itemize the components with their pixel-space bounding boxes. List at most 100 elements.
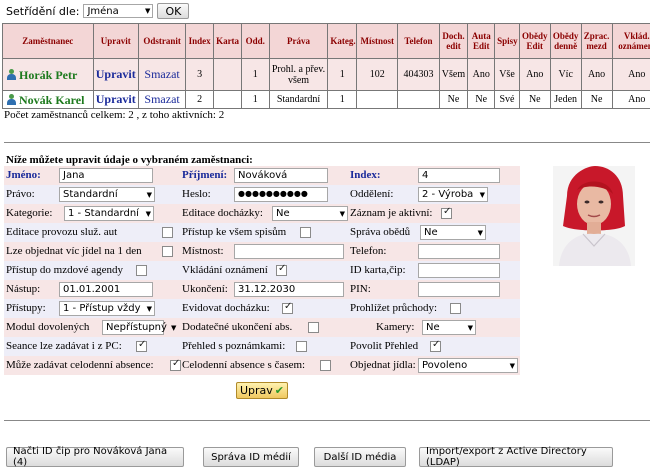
- access-select[interactable]: 1 - Přístup vždy ▼: [59, 301, 155, 316]
- edit-cell: Upravit: [92, 58, 139, 91]
- form-row: Právo: Standardní ▼ Heslo: ●●●●●●●●●● Odd…: [4, 185, 520, 204]
- attendance-edit-select[interactable]: Ne ▼: [272, 206, 348, 221]
- col-header: Odd.: [240, 23, 270, 59]
- pin-field[interactable]: [418, 282, 500, 297]
- sort-label: Setřídění dle:: [6, 4, 80, 18]
- late-absence-end-checkbox[interactable]: [308, 322, 319, 333]
- chevron-down-icon: ▼: [146, 190, 152, 199]
- table-cell: 1: [240, 58, 270, 91]
- table-row: Novák Karel Upravit Smazat 2 1 Standardn…: [2, 90, 650, 109]
- chevron-down-icon: ▼: [509, 361, 515, 370]
- col-header: Index: [185, 23, 215, 59]
- ldap-import-export-button[interactable]: Import/export z Active Directory (LDAP): [419, 446, 613, 468]
- table-row: Horák Petr Upravit Smazat 3 1 Prohl. a p…: [2, 58, 650, 91]
- col-header: Kateg.: [327, 23, 358, 59]
- table-cell: Ne: [438, 90, 469, 109]
- form-row: Kategorie: 1 - Standardní ▼ Editace dochá…: [4, 204, 520, 223]
- right-select-value: Standardní: [63, 189, 118, 200]
- edit-cell: Upravit: [92, 90, 139, 109]
- table-cell: Ano: [580, 58, 613, 91]
- access-select-value: 1 - Přístup vždy: [63, 303, 141, 314]
- vacation-module-select[interactable]: Nepřístupný ▼: [102, 320, 176, 335]
- col-header: Telefon: [397, 23, 440, 59]
- full-day-absence-checkbox[interactable]: [170, 358, 181, 371]
- load-id-chip-button[interactable]: Načti ID čip pro Nováková Jana (4): [6, 446, 184, 468]
- notes-overview-checkbox[interactable]: [296, 341, 307, 352]
- last-name-field[interactable]: Nováková: [234, 168, 328, 183]
- chevron-down-icon: ▼: [477, 228, 483, 237]
- password-field[interactable]: ●●●●●●●●●●: [234, 187, 328, 202]
- multi-meals-checkbox[interactable]: [162, 246, 173, 257]
- col-header[interactable]: Zaměstnanec: [2, 23, 94, 59]
- first-name-field[interactable]: Jana: [59, 168, 153, 183]
- table-cell: 1: [240, 90, 270, 109]
- late-absence-end-label: Dodatečné ukončení abs.: [182, 321, 293, 333]
- chevron-down-icon: ▼: [467, 323, 473, 332]
- delete-cell: Smazat: [137, 90, 187, 109]
- room-field[interactable]: [234, 244, 344, 259]
- table-cell: 404303: [397, 58, 440, 91]
- sort-ok-button[interactable]: OK: [157, 3, 190, 19]
- category-select-value: 1 - Standardní: [68, 208, 139, 219]
- col-header: Místnost: [356, 23, 399, 59]
- phone-field[interactable]: [418, 244, 500, 259]
- track-attendance-checkbox[interactable]: [282, 301, 293, 314]
- notes-overview-label: Přehled s poznámkami:: [182, 340, 286, 352]
- all-files-checkbox[interactable]: [300, 227, 311, 238]
- department-select-value: 2 - Výroba: [422, 189, 474, 200]
- pc-sessions-checkbox[interactable]: [136, 339, 147, 352]
- user-icon: [7, 93, 16, 105]
- view-passages-checkbox[interactable]: [450, 303, 461, 314]
- index-field[interactable]: 4: [418, 168, 500, 183]
- table-cell: 1: [327, 58, 358, 91]
- edit-link[interactable]: Upravit: [96, 67, 136, 81]
- right-select[interactable]: Standardní ▼: [59, 187, 155, 202]
- payroll-access-checkbox[interactable]: [136, 265, 147, 276]
- allow-overview-checkbox[interactable]: [430, 339, 441, 352]
- index-label: Index:: [350, 169, 381, 181]
- lunch-admin-select[interactable]: Ne ▼: [420, 225, 486, 240]
- announcements-checkbox[interactable]: [276, 263, 287, 276]
- user-icon: [7, 68, 16, 80]
- right-label: Právo:: [6, 188, 35, 200]
- department-select[interactable]: 2 - Výroba ▼: [418, 187, 488, 202]
- form-row: Nástup: 01.01.2001 Ukončení: 31.12.2030 …: [4, 280, 520, 299]
- col-header: Spisy: [494, 23, 520, 59]
- chevron-down-icon: ▼: [145, 209, 151, 218]
- id-card-field[interactable]: [418, 263, 500, 278]
- col-header: Vklád. oznámení: [611, 23, 650, 59]
- car-service-checkbox[interactable]: [162, 227, 173, 238]
- order-meals-select[interactable]: Povoleno ▼: [418, 358, 518, 373]
- table-cell: Své: [494, 90, 520, 109]
- delete-link[interactable]: Smazat: [144, 67, 179, 81]
- cameras-select[interactable]: Ne ▼: [422, 320, 476, 335]
- employee-count-text: Počet zaměstnanců celkem: 2 , z toho akt…: [4, 109, 225, 121]
- start-date-field[interactable]: 01.01.2001: [59, 282, 153, 297]
- employee-name[interactable]: Novák Karel: [19, 93, 84, 107]
- chevron-down-icon: ▼: [479, 190, 485, 199]
- delete-link[interactable]: Smazat: [144, 92, 179, 106]
- absence-with-time-label: Celodenní absence s časem:: [182, 359, 306, 371]
- table-cell: Ne: [467, 90, 496, 109]
- table-cell: [356, 90, 399, 109]
- cameras-select-value: Ne: [426, 322, 440, 333]
- chevron-down-icon: ▼: [339, 209, 345, 218]
- category-select[interactable]: 1 - Standardní ▼: [64, 206, 154, 221]
- employee-name-cell[interactable]: Novák Karel: [2, 90, 94, 109]
- table-cell: Ano: [611, 90, 650, 109]
- password-label: Heslo:: [182, 188, 211, 200]
- table-cell: 2: [185, 90, 215, 109]
- end-date-field[interactable]: 31.12.2030: [234, 282, 344, 297]
- employee-name[interactable]: Horák Petr: [19, 68, 77, 82]
- sort-bar: Setřídění dle: Jména ▼ OK: [6, 3, 190, 19]
- uprav-button[interactable]: Uprav ✔: [236, 382, 288, 399]
- sort-select[interactable]: Jména ▼: [83, 4, 154, 18]
- employee-photo-image: [553, 166, 635, 266]
- edit-link[interactable]: Upravit: [96, 92, 136, 106]
- delete-cell: Smazat: [137, 58, 187, 91]
- manage-id-media-button[interactable]: Správa ID médií: [203, 447, 299, 467]
- active-record-checkbox[interactable]: [441, 206, 452, 219]
- absence-with-time-checkbox[interactable]: [320, 360, 331, 371]
- more-id-media-button[interactable]: Další ID média: [314, 447, 406, 467]
- employee-name-cell[interactable]: Horák Petr: [2, 58, 94, 91]
